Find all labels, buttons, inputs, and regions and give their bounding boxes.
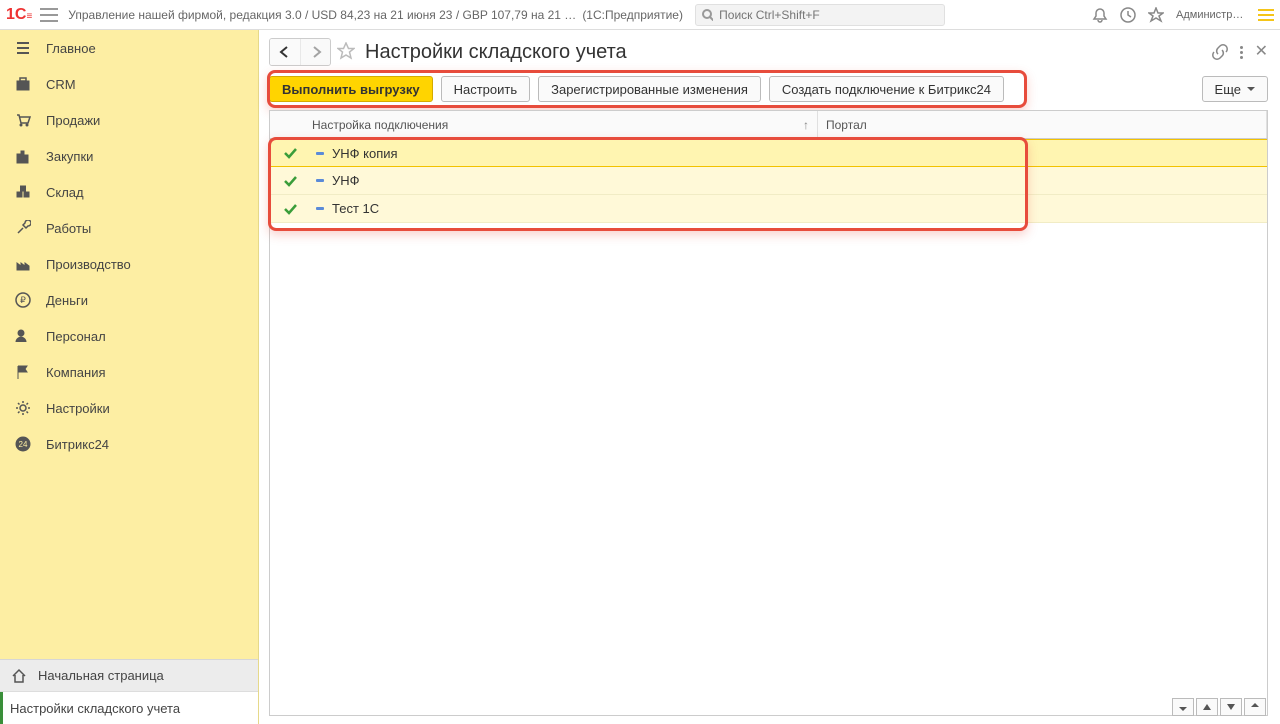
- grid-nav-footer: [1172, 698, 1266, 716]
- back-button[interactable]: [270, 39, 300, 65]
- sidebar-home[interactable]: Начальная страница: [0, 660, 258, 692]
- sidebar-item-company[interactable]: Компания: [0, 354, 258, 390]
- go-down-icon[interactable]: [1220, 698, 1242, 716]
- sidebar-item-works[interactable]: Работы: [0, 210, 258, 246]
- sidebar: Главное CRM Продажи Закупки Склад Работы…: [0, 30, 259, 724]
- content-area: Настройки складского учета ✕ Выполнить в…: [259, 30, 1280, 724]
- check-icon: [270, 174, 310, 188]
- sidebar-label: Персонал: [46, 329, 106, 344]
- home-icon: [10, 667, 28, 685]
- dash-icon: [310, 152, 330, 155]
- forward-button: [300, 39, 330, 65]
- sidebar-label: Продажи: [46, 113, 100, 128]
- sidebar-item-production[interactable]: Производство: [0, 246, 258, 282]
- sidebar-item-crm[interactable]: CRM: [0, 66, 258, 102]
- row-name: Тест 1С: [330, 201, 818, 216]
- grid-row[interactable]: УНФ копия: [270, 139, 1267, 167]
- ruble-icon: ₽: [14, 291, 32, 309]
- sidebar-open-page[interactable]: Настройки складского учета: [0, 692, 258, 724]
- run-upload-button[interactable]: Выполнить выгрузку: [269, 76, 433, 102]
- cart-icon: [14, 111, 32, 129]
- tools-icon: [14, 219, 32, 237]
- sidebar-label: Настройки: [46, 401, 110, 416]
- column-portal[interactable]: Портал: [818, 111, 1267, 138]
- sidebar-item-sales[interactable]: Продажи: [0, 102, 258, 138]
- go-bottom-icon[interactable]: [1244, 698, 1266, 716]
- bell-icon[interactable]: [1092, 7, 1108, 23]
- go-up-icon[interactable]: [1196, 698, 1218, 716]
- grid-row[interactable]: УНФ: [270, 167, 1267, 195]
- link-icon[interactable]: [1212, 44, 1228, 60]
- briefcase-icon: [14, 75, 32, 93]
- favorite-star-icon[interactable]: [337, 42, 355, 63]
- user-label[interactable]: Администрат...: [1176, 9, 1246, 21]
- sidebar-item-settings[interactable]: Настройки: [0, 390, 258, 426]
- sidebar-label: Производство: [46, 257, 131, 272]
- main-menu-icon[interactable]: [40, 8, 58, 22]
- dash-icon: [310, 179, 330, 182]
- row-name: УНФ: [330, 173, 818, 188]
- toolbar: Выполнить выгрузку Настроить Зарегистрир…: [269, 76, 1268, 102]
- kebab-menu-icon[interactable]: [1240, 46, 1243, 59]
- flag-icon: [14, 363, 32, 381]
- check-icon: [270, 202, 310, 216]
- sidebar-item-main[interactable]: Главное: [0, 30, 258, 66]
- sidebar-label: Настройки складского учета: [10, 701, 180, 716]
- sidebar-item-money[interactable]: ₽ Деньги: [0, 282, 258, 318]
- sidebar-label: Склад: [46, 185, 84, 200]
- sidebar-label: Закупки: [46, 149, 93, 164]
- sidebar-label: Компания: [46, 365, 106, 380]
- connections-grid: Настройка подключения↑ Портал УНФ копия …: [269, 110, 1268, 716]
- top-icons: Администрат...: [1092, 7, 1274, 23]
- gear-icon: [14, 399, 32, 417]
- top-bar: 1C≡ Управление нашей фирмой, редакция 3.…: [0, 0, 1280, 30]
- people-icon: [14, 327, 32, 345]
- more-button[interactable]: Еще: [1202, 76, 1268, 102]
- grid-header: Настройка подключения↑ Портал: [270, 111, 1267, 139]
- sidebar-label: Деньги: [46, 293, 88, 308]
- grid-row[interactable]: Тест 1С: [270, 195, 1267, 223]
- factory-icon: [14, 255, 32, 273]
- configure-button[interactable]: Настроить: [441, 76, 531, 102]
- sidebar-label: Главное: [46, 41, 96, 56]
- sidebar-label: CRM: [46, 77, 76, 92]
- dash-icon: [310, 207, 330, 210]
- sidebar-item-warehouse[interactable]: Склад: [0, 174, 258, 210]
- registered-changes-button[interactable]: Зарегистрированные изменения: [538, 76, 761, 102]
- search-icon: [702, 9, 713, 21]
- go-top-icon[interactable]: [1172, 698, 1194, 716]
- search-input[interactable]: [717, 7, 938, 23]
- logo-1c: 1C≡: [6, 6, 32, 24]
- close-button[interactable]: ✕: [1255, 44, 1268, 60]
- search-box[interactable]: [695, 4, 945, 26]
- history-icon[interactable]: [1120, 7, 1136, 23]
- row-name: УНФ копия: [330, 146, 818, 161]
- check-icon: [270, 146, 310, 160]
- boxes-icon: [14, 183, 32, 201]
- page-title: Настройки складского учета: [365, 41, 627, 64]
- panel-menu-icon[interactable]: [1258, 9, 1274, 21]
- buildings-icon: [14, 147, 32, 165]
- lines-icon: [14, 39, 32, 57]
- column-connection[interactable]: Настройка подключения↑: [270, 111, 818, 138]
- sidebar-item-purchases[interactable]: Закупки: [0, 138, 258, 174]
- sidebar-label: Работы: [46, 221, 91, 236]
- sidebar-item-bitrix24[interactable]: 24 Битрикс24: [0, 426, 258, 462]
- sidebar-item-personnel[interactable]: Персонал: [0, 318, 258, 354]
- b24-icon: 24: [14, 435, 32, 453]
- sidebar-label: Битрикс24: [46, 437, 109, 452]
- app-mode: (1С:Предприятие): [582, 8, 683, 22]
- create-connection-button[interactable]: Создать подключение к Битрикс24: [769, 76, 1004, 102]
- svg-text:24: 24: [19, 440, 28, 449]
- sidebar-label: Начальная страница: [38, 668, 164, 683]
- nav-buttons: [269, 38, 331, 66]
- app-title: Управление нашей фирмой, редакция 3.0 / …: [68, 8, 576, 22]
- svg-text:₽: ₽: [20, 295, 26, 305]
- sort-asc-icon: ↑: [803, 118, 809, 132]
- star-icon[interactable]: [1148, 7, 1164, 23]
